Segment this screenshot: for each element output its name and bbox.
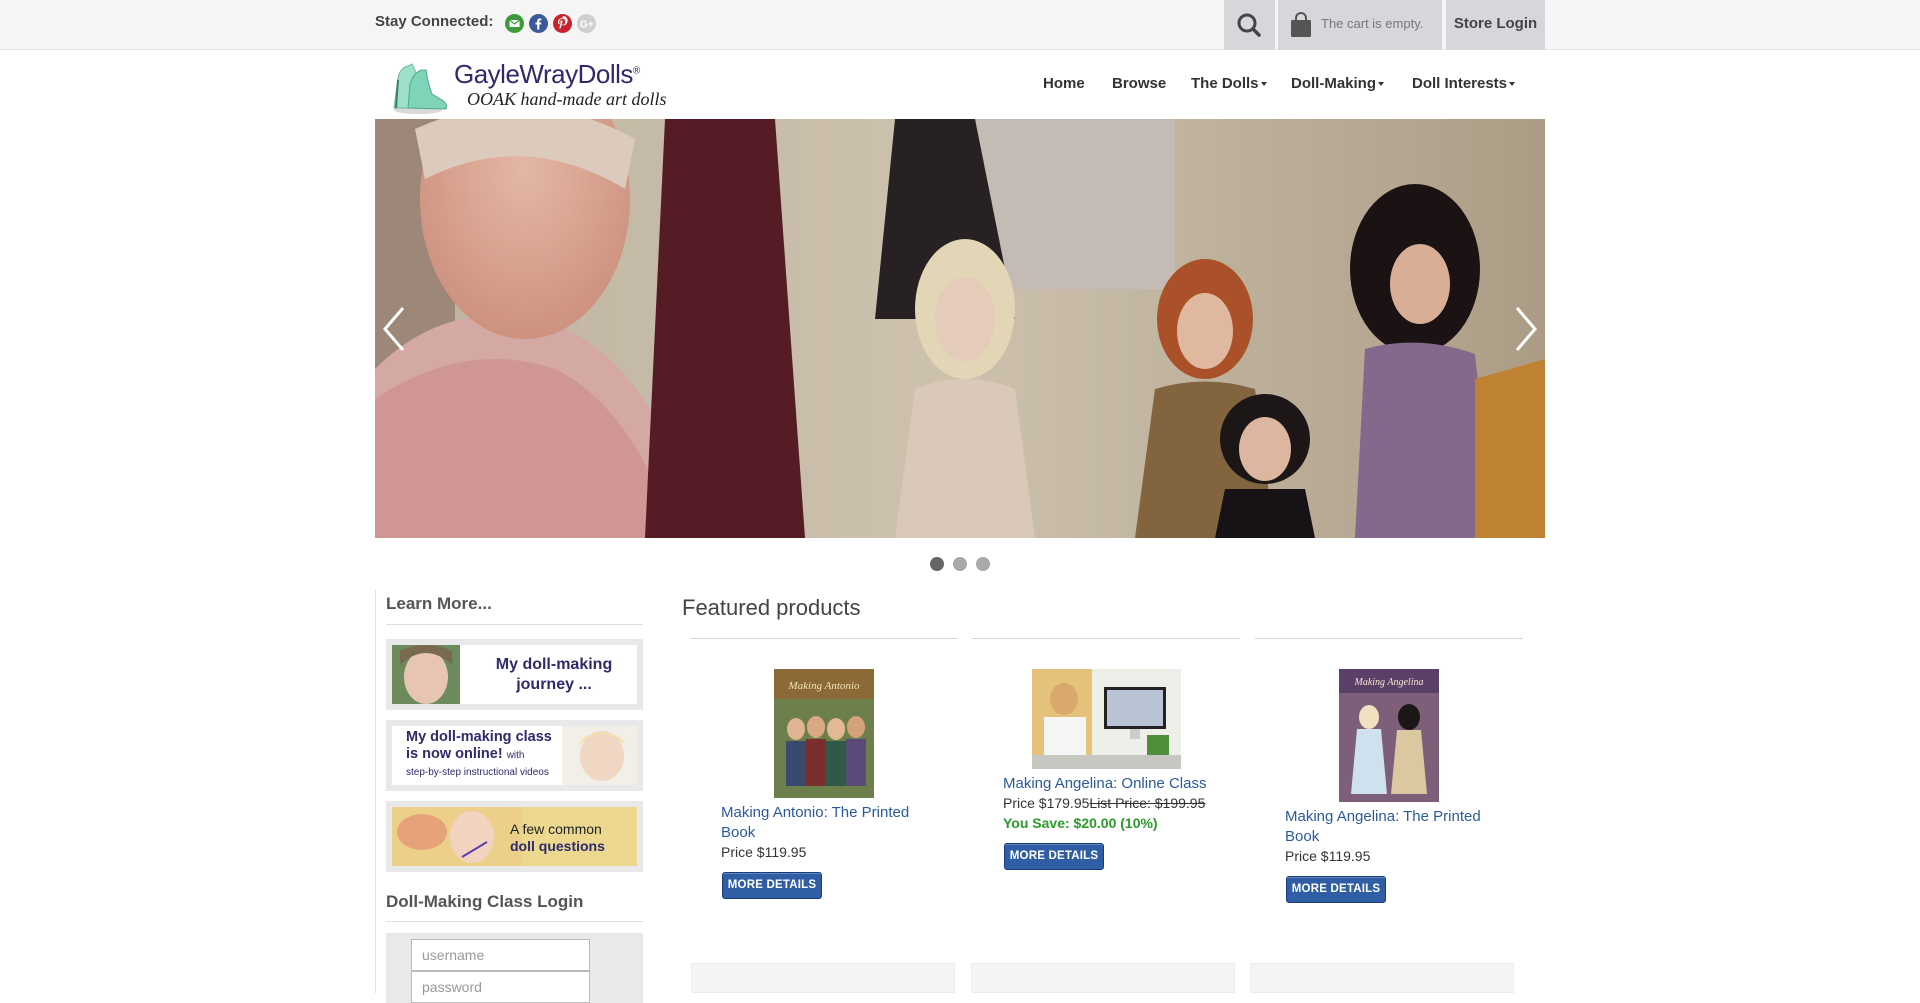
- site-logo[interactable]: GayleWrayDolls® OOAK hand-made art dolls: [388, 56, 668, 116]
- slider-dot-2[interactable]: [953, 557, 967, 571]
- shopping-bag-icon: [1291, 12, 1311, 37]
- divider: [690, 638, 958, 639]
- nav-the-dolls[interactable]: The Dolls: [1191, 75, 1267, 92]
- slider-dot-3[interactable]: [976, 557, 990, 571]
- nav-home[interactable]: Home: [1043, 75, 1085, 92]
- chevron-right-icon: [1515, 307, 1537, 351]
- you-save-label: You Save: $20.00 (10%): [1003, 815, 1158, 831]
- portrait-image: [392, 645, 460, 704]
- product-price: Price $179.95List Price: $199.95: [1003, 795, 1206, 811]
- slider-pagination: [930, 557, 990, 571]
- more-details-button[interactable]: MORE DETAILS: [1286, 876, 1386, 903]
- cart-button[interactable]: The cart is empty.: [1278, 0, 1442, 50]
- store-login-button[interactable]: Store Login: [1446, 0, 1545, 50]
- more-details-button[interactable]: MORE DETAILS: [722, 872, 822, 899]
- tile-online-class[interactable]: My doll-making class is now online! with…: [386, 720, 643, 791]
- product-price: Price $119.95: [721, 844, 807, 860]
- learn-more-heading: Learn More...: [386, 594, 492, 613]
- product-card: [971, 963, 1235, 993]
- stay-connected-label: Stay Connected:: [375, 13, 494, 30]
- class-login-heading: Doll-Making Class Login: [386, 892, 584, 911]
- tile-doll-questions[interactable]: A few common doll questions: [386, 801, 643, 872]
- username-field[interactable]: username: [411, 939, 590, 971]
- hero-slide-image: [375, 119, 1545, 538]
- nav-doll-interests[interactable]: Doll Interests: [1412, 75, 1516, 92]
- chevron-left-icon: [383, 307, 405, 351]
- password-field[interactable]: password: [411, 971, 590, 1003]
- product-link-making-antonio[interactable]: Making Antonio: The Printed Book: [721, 803, 909, 843]
- tile-doll-making-journey[interactable]: My doll-making journey ...: [386, 639, 643, 710]
- slider-next-button[interactable]: [1505, 304, 1545, 354]
- product-image-angelina-class[interactable]: [1032, 669, 1181, 769]
- logo-tagline: OOAK hand-made art dolls: [467, 89, 667, 109]
- svg-text:Making Antonio: Making Antonio: [788, 680, 860, 692]
- doll-head-image: [562, 726, 637, 785]
- top-bar: Stay Connected: G+ The cart is empty. St…: [0, 0, 1920, 50]
- product-link-angelina-class[interactable]: Making Angelina: Online Class: [1003, 774, 1206, 794]
- product-image-making-angelina[interactable]: Making Angelina: [1339, 669, 1439, 802]
- nav-browse[interactable]: Browse: [1112, 75, 1166, 92]
- cart-status: The cart is empty.: [1321, 16, 1424, 31]
- divider: [386, 921, 643, 922]
- product-image-making-antonio[interactable]: Making Antonio: [774, 669, 874, 798]
- svg-text:G+: G+: [580, 20, 594, 31]
- list-price: List Price: $199.95: [1089, 795, 1206, 811]
- doll-painting-image: [392, 807, 522, 866]
- divider: [386, 624, 643, 625]
- divider: [972, 638, 1240, 639]
- product-price: Price $119.95: [1285, 848, 1371, 864]
- search-button[interactable]: [1224, 0, 1275, 50]
- product-link-making-angelina[interactable]: Making Angelina: The Printed Book: [1285, 807, 1481, 847]
- facebook-icon[interactable]: [529, 14, 548, 33]
- email-icon[interactable]: [505, 14, 524, 33]
- logo-name: GayleWrayDolls®: [454, 59, 640, 89]
- search-icon: [1237, 13, 1261, 37]
- svg-text:Making Angelina: Making Angelina: [1354, 677, 1424, 688]
- pinterest-icon[interactable]: [553, 14, 572, 33]
- product-card: [1250, 963, 1514, 993]
- chevron-down-icon: [1509, 82, 1516, 87]
- hero-slider: [375, 119, 1545, 538]
- slider-dot-1[interactable]: [930, 557, 944, 571]
- more-details-button[interactable]: MORE DETAILS: [1004, 843, 1104, 870]
- chevron-down-icon: [1260, 82, 1267, 87]
- chevron-down-icon: [1378, 82, 1384, 87]
- sidebar: Learn More... My doll-making journey ... …: [375, 590, 643, 1003]
- divider: [1255, 638, 1523, 639]
- slider-prev-button[interactable]: [375, 304, 415, 354]
- nav-doll-making[interactable]: Doll-Making: [1291, 75, 1384, 92]
- featured-heading: Featured products: [682, 595, 861, 620]
- product-card: [691, 963, 955, 993]
- google-plus-icon[interactable]: G+: [577, 14, 596, 33]
- shoe-logo-icon: [393, 63, 447, 114]
